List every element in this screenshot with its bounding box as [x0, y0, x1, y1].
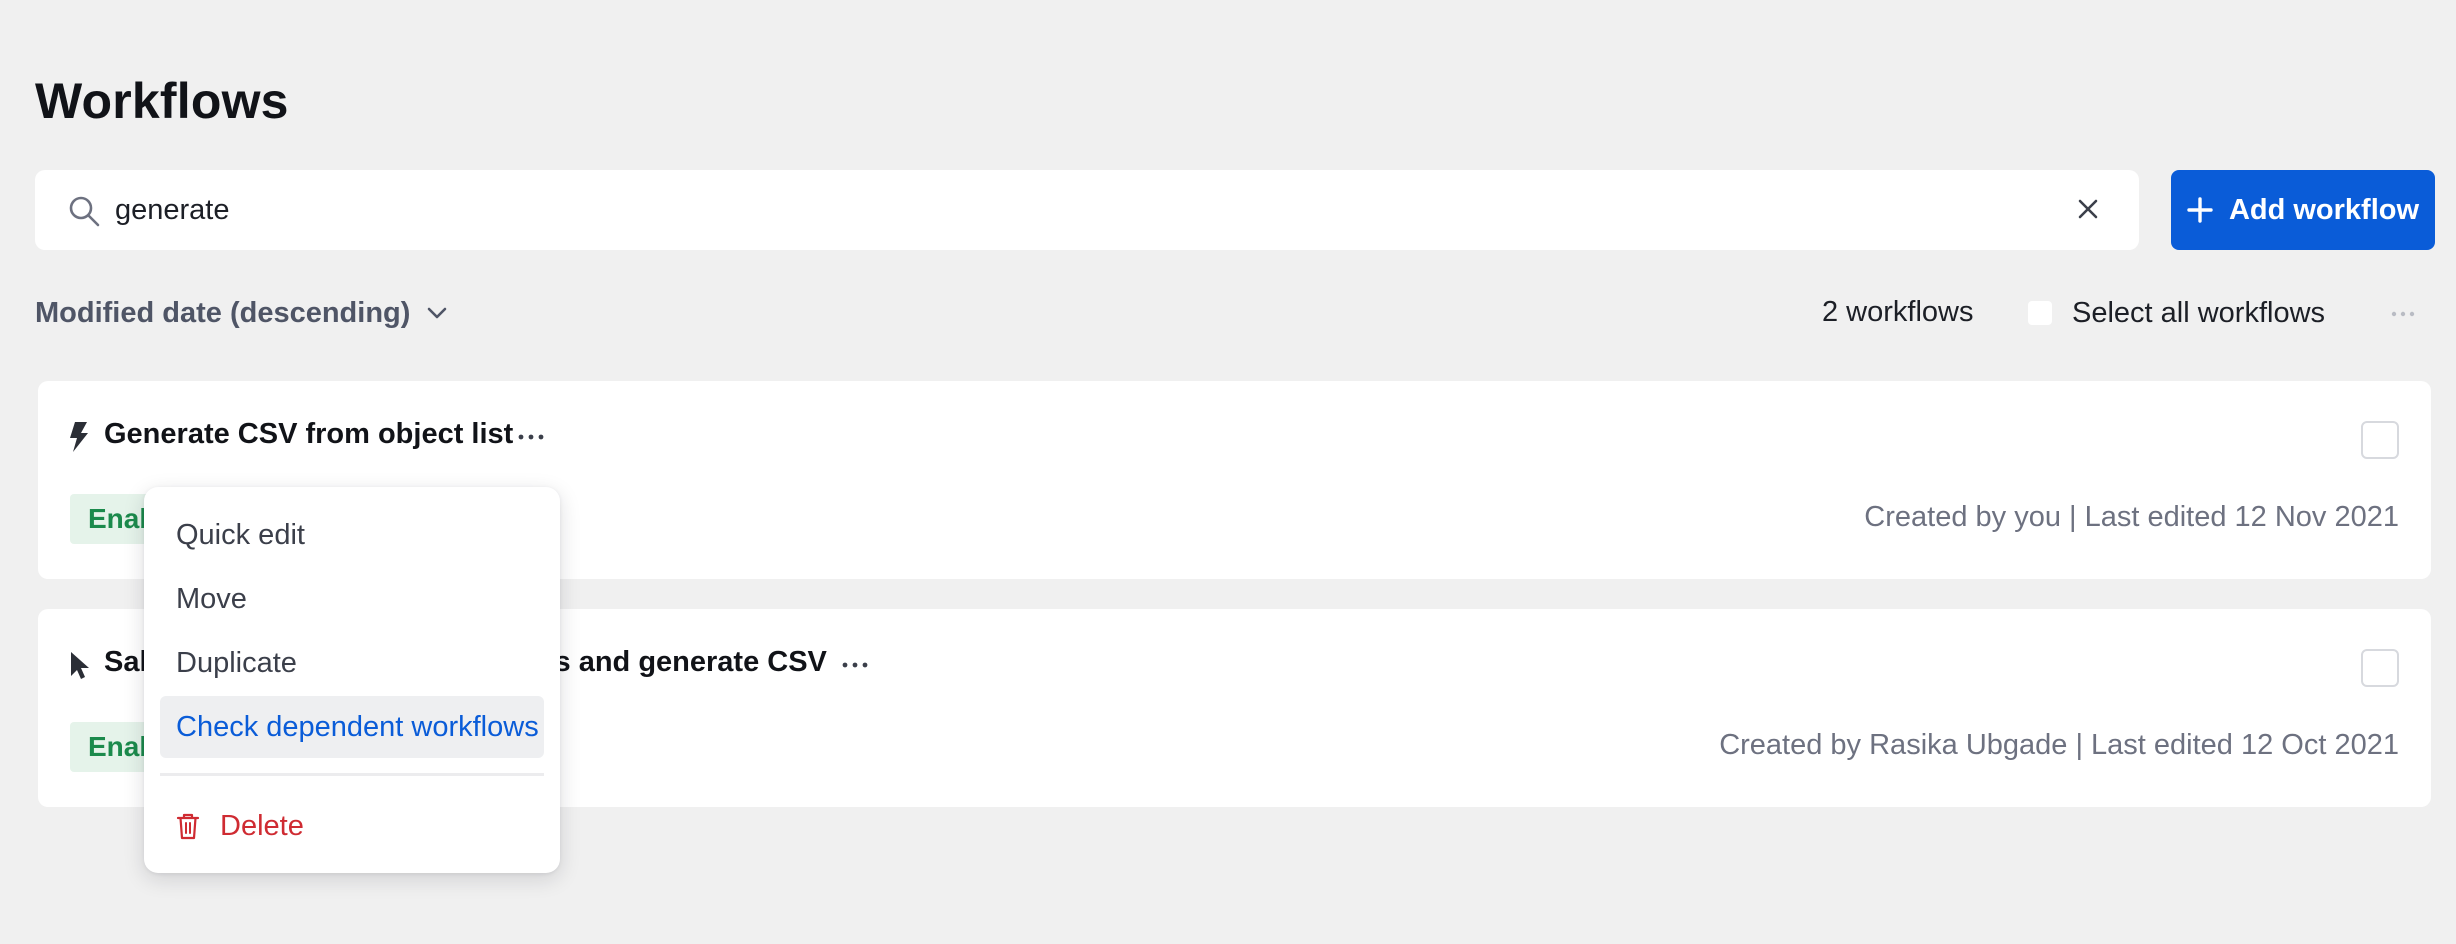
workflow-context-menu: Quick edit Move Duplicate Check dependen… — [144, 487, 560, 873]
select-all-checkbox[interactable] — [2028, 301, 2052, 325]
sort-label: Modified date (descending) — [35, 296, 411, 329]
menu-item-check-dependent-workflows[interactable]: Check dependent workflows — [160, 696, 544, 758]
more-options-icon[interactable] — [840, 655, 870, 675]
workflow-checkbox[interactable] — [2361, 421, 2399, 459]
delete-label: Delete — [220, 810, 304, 842]
lightning-bolt-icon — [70, 422, 88, 452]
menu-item-delete[interactable]: Delete — [160, 795, 544, 857]
workflow-meta: Created by you | Last edited 12 Nov 2021 — [1864, 501, 2399, 533]
add-workflow-button[interactable]: Add workflow — [2171, 170, 2435, 250]
trash-icon — [176, 813, 200, 840]
workflow-meta: Created by Rasika Ubgade | Last edited 1… — [1719, 729, 2399, 761]
workflow-title[interactable]: Generate CSV from object list — [104, 418, 513, 451]
search-icon — [69, 196, 100, 227]
chevron-down-icon — [428, 307, 447, 319]
workflow-checkbox[interactable] — [2361, 649, 2399, 687]
search-input[interactable] — [115, 186, 2015, 234]
cursor-pointer-icon — [71, 652, 89, 679]
close-icon[interactable] — [2073, 194, 2103, 224]
workflow-title-end: s and generate CSV — [554, 646, 827, 678]
more-options-icon[interactable] — [2390, 304, 2416, 324]
menu-item-duplicate[interactable]: Duplicate — [160, 632, 544, 694]
add-workflow-label: Add workflow — [2228, 193, 2420, 226]
workflow-title-start: Sal — [104, 646, 148, 678]
more-options-icon[interactable] — [516, 427, 546, 447]
menu-item-move[interactable]: Move — [160, 568, 544, 630]
search-box[interactable] — [35, 170, 2139, 250]
page-title: Workflows — [35, 73, 289, 129]
workflow-count: 2 workflows — [1822, 296, 1974, 328]
menu-item-quick-edit[interactable]: Quick edit — [160, 504, 544, 566]
plus-icon — [2187, 197, 2213, 223]
sort-dropdown[interactable]: Modified date (descending) — [35, 293, 450, 333]
menu-divider — [160, 773, 544, 776]
select-all-label: Select all workflows — [2072, 296, 2326, 329]
select-all-workflows[interactable]: Select all workflows — [2028, 293, 2325, 333]
